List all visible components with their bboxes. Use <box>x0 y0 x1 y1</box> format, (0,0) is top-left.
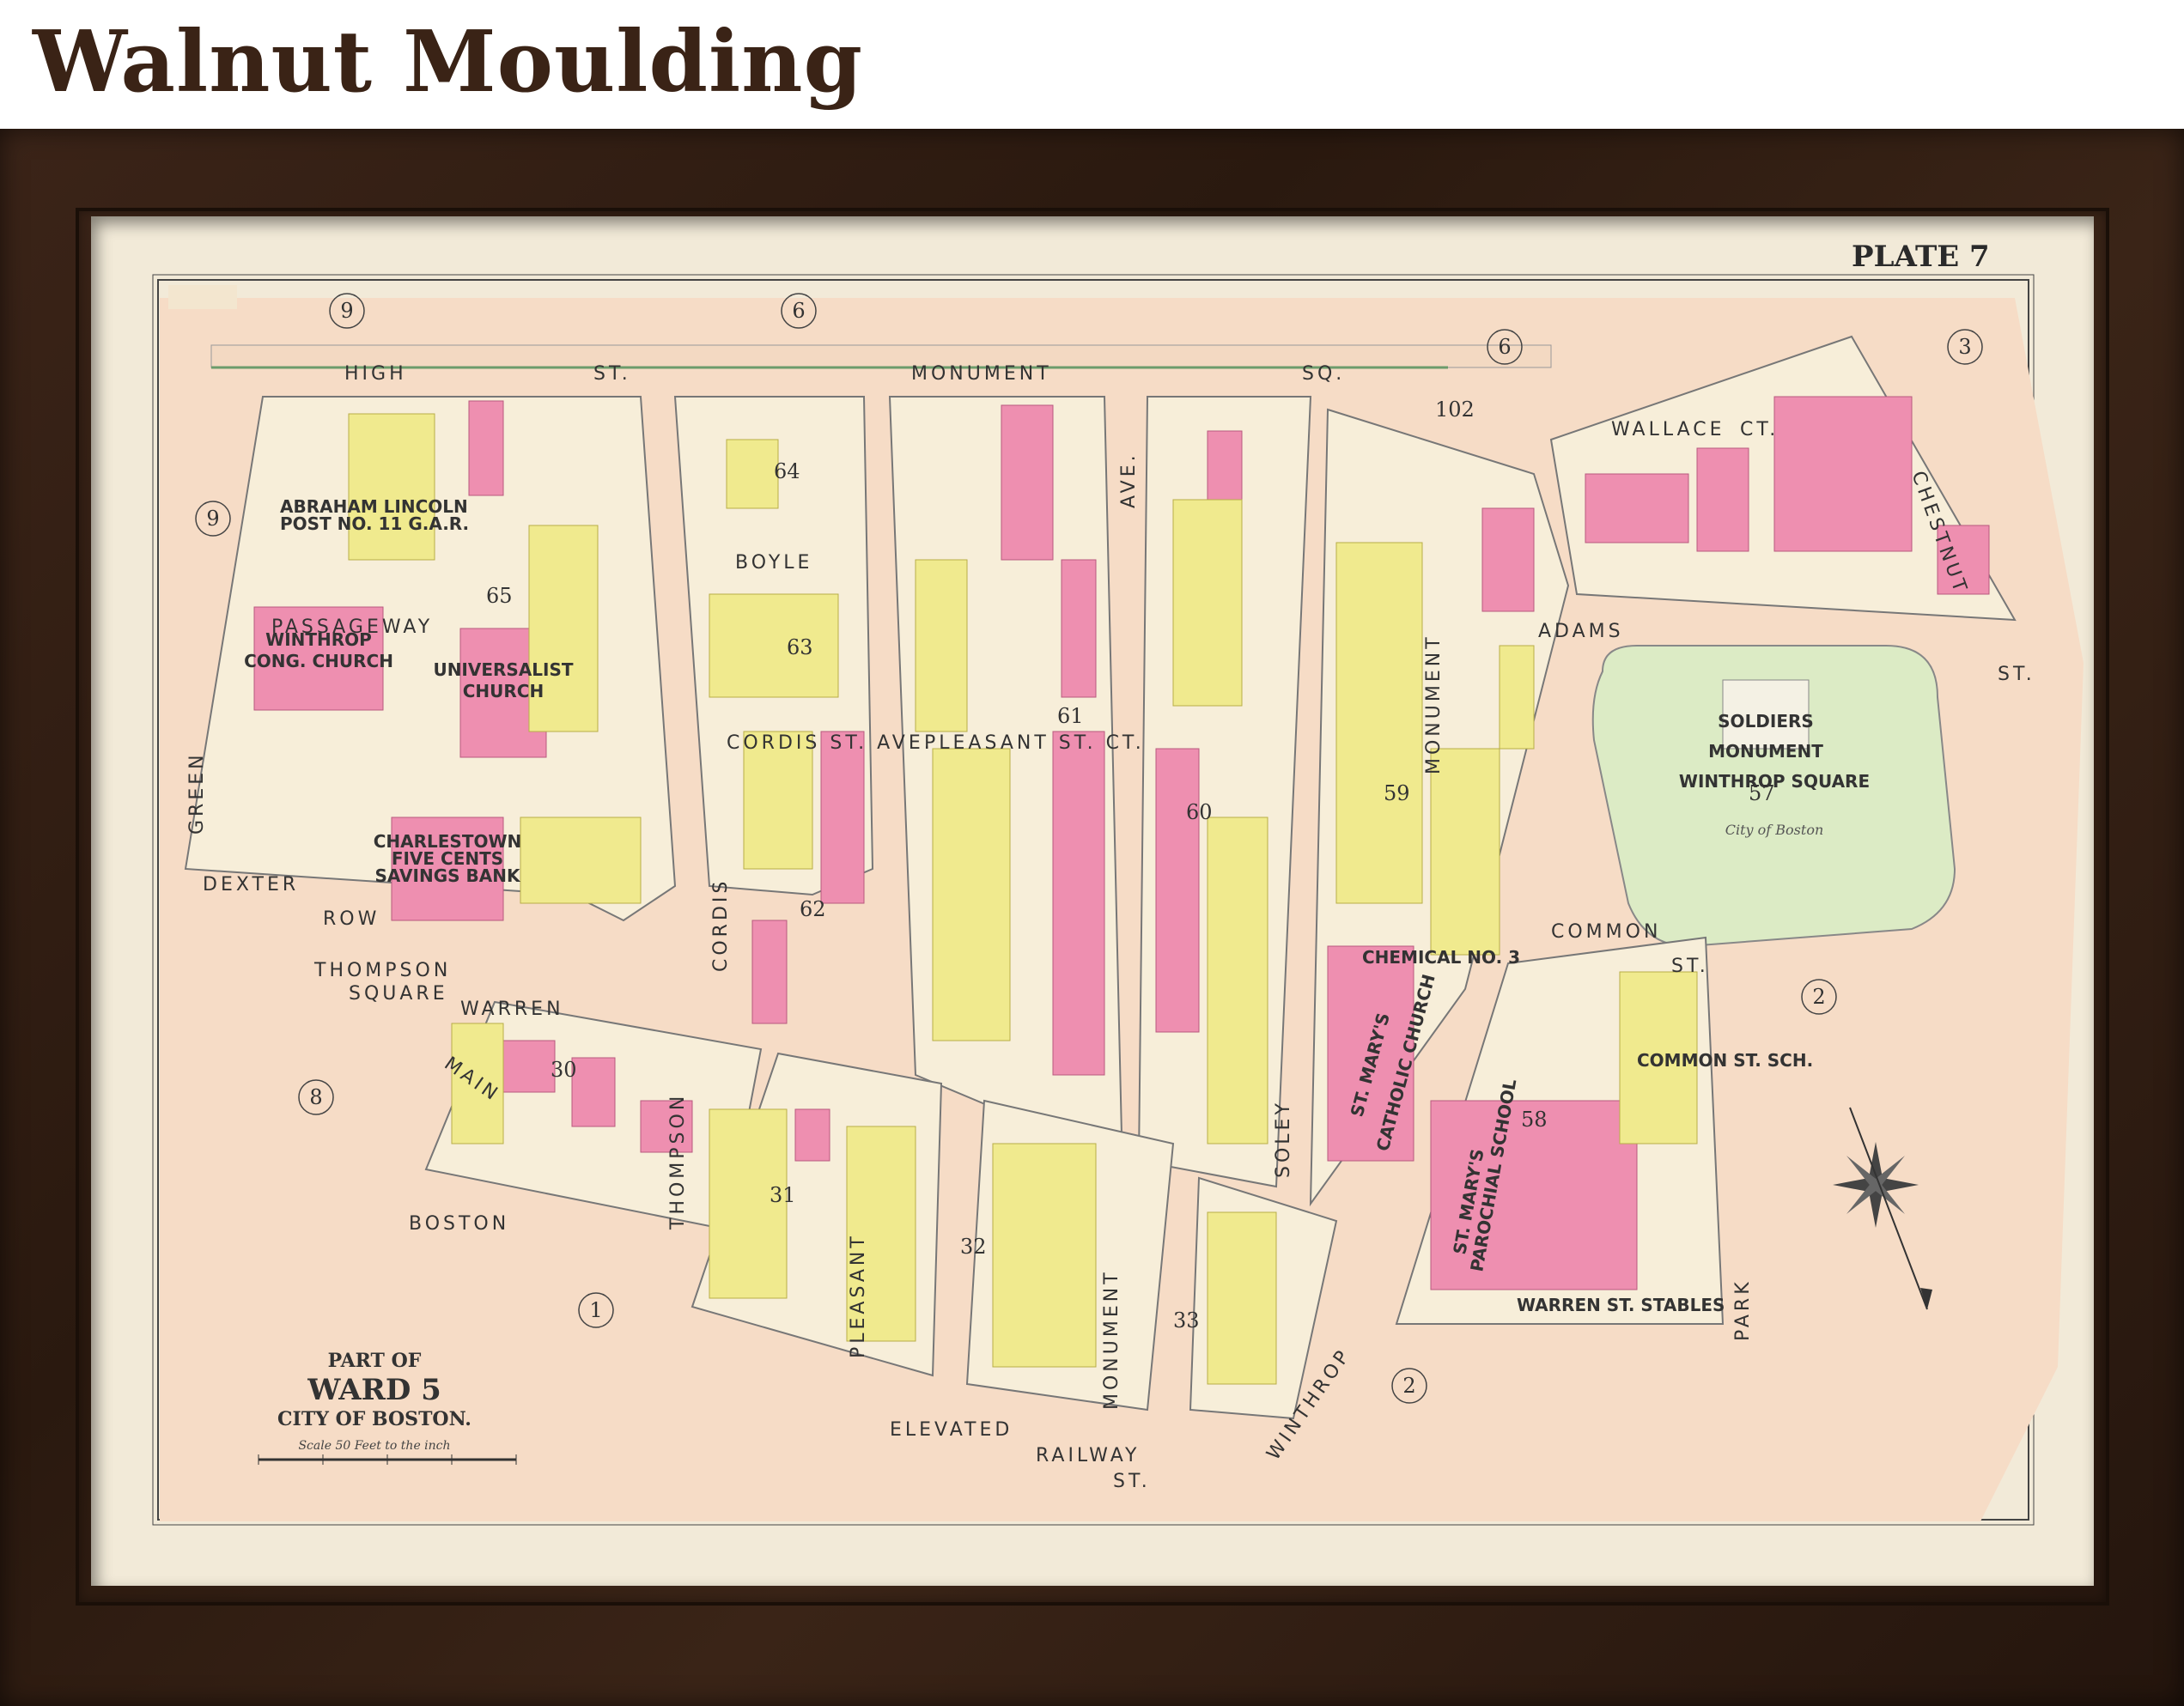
block-number-30: 30 <box>551 1058 577 1082</box>
circle-1: 1 <box>589 1298 602 1322</box>
street-thompson-st: THOMPSON <box>667 1093 689 1230</box>
circle-3: 3 <box>1958 335 1971 359</box>
street-pleasant-ct: PLEASANT ST. CT. <box>924 732 1145 754</box>
street-common: COMMON <box>1551 921 1661 943</box>
street-sq: SQ. <box>1302 363 1345 385</box>
street-adams: ADAMS <box>1538 621 1624 642</box>
street-adams-st: ST. <box>1998 664 2035 685</box>
city-of-boston-label: City of Boston <box>1725 822 1824 838</box>
cong-church-label: CONG. CHURCH <box>244 651 393 671</box>
street-high-st: ST. <box>593 363 631 385</box>
street-thompson: THOMPSON <box>313 960 451 981</box>
street-elevated: ELEVATED <box>890 1419 1013 1441</box>
caption-part-of: PART OF <box>328 1350 422 1372</box>
universalist-label: UNIVERSALIST <box>433 659 573 680</box>
post-no-label: POST NO. 11 G.A.R. <box>280 513 469 534</box>
title-bar: Walnut Moulding <box>0 0 2184 129</box>
block-number-65: 65 <box>486 584 513 608</box>
street-cordis: CORDIS <box>710 878 732 972</box>
page-title: Walnut Moulding <box>33 13 864 112</box>
block-number-62: 62 <box>800 897 826 921</box>
universalist-church-label: CHURCH <box>463 681 544 701</box>
block-number-102: 102 <box>1435 398 1475 422</box>
street-monument-sq: MONUMENT <box>911 363 1052 385</box>
street-park: PARK <box>1732 1278 1754 1341</box>
street-soley: SOLEY <box>1273 1100 1294 1178</box>
common-school-label: COMMON ST. SCH. <box>1637 1050 1813 1071</box>
street-boyle: BOYLE <box>735 552 812 574</box>
five-cents-label-3: SAVINGS BANK <box>375 865 521 886</box>
stables-label: WARREN ST. STABLES <box>1517 1295 1725 1315</box>
street-square: SQUARE <box>349 983 448 1005</box>
circle-9-top: 9 <box>340 299 353 323</box>
block-number-60: 60 <box>1186 800 1213 824</box>
street-warren: WARREN <box>460 999 564 1020</box>
circle-6-top: 6 <box>792 299 805 323</box>
block-number-32: 32 <box>960 1235 987 1259</box>
winthrop-church-label: WINTHROP <box>265 629 372 650</box>
circle-2-right: 2 <box>1812 985 1825 1009</box>
street-dexter: DEXTER <box>203 874 299 895</box>
block-number-64: 64 <box>774 459 800 483</box>
circle-6-right: 6 <box>1498 335 1511 359</box>
street-row: ROW <box>323 908 380 930</box>
block-number-59: 59 <box>1384 781 1410 805</box>
monument-label: MONUMENT <box>1708 741 1823 762</box>
street-high: HIGH <box>344 363 407 385</box>
street-main-st: ST. <box>1113 1471 1151 1492</box>
street-wallace: WALLACE <box>1611 419 1725 440</box>
block-number-31: 31 <box>770 1183 796 1207</box>
block-number-63: 63 <box>787 635 813 659</box>
caption-scale: Scale 50 Feet to the inch <box>298 1439 450 1453</box>
street-railway: RAILWAY <box>1036 1445 1141 1466</box>
street-cordis-ave: CORDIS ST. AVE. <box>727 732 934 754</box>
caption-ward: WARD 5 <box>307 1373 441 1407</box>
street-ave: AVE. <box>1118 452 1140 508</box>
block-number-61: 61 <box>1057 704 1084 728</box>
block-number-33: 33 <box>1173 1308 1200 1333</box>
street-pleasant: PLEASANT <box>848 1233 869 1358</box>
circle-2-bottom: 2 <box>1402 1374 1415 1398</box>
chemical-label: CHEMICAL NO. 3 <box>1362 947 1520 968</box>
block-number-57: 57 <box>1749 781 1775 805</box>
street-wallace-ct: CT. <box>1740 419 1779 440</box>
street-green: GREEN <box>186 751 208 835</box>
circle-9-left: 9 <box>206 507 219 531</box>
street-monument-lower: MONUMENT <box>1101 1269 1122 1410</box>
soldiers-label: SOLDIERS <box>1718 711 1814 732</box>
street-common-st: ST. <box>1671 956 1709 977</box>
street-monument: MONUMENT <box>1423 634 1445 774</box>
circle-8: 8 <box>309 1085 322 1109</box>
street-boston: BOSTON <box>409 1213 509 1235</box>
block-number-58: 58 <box>1521 1108 1548 1132</box>
plate-label: PLATE 7 <box>1852 240 1990 274</box>
caption-city: CITY OF BOSTON. <box>277 1408 471 1430</box>
plate-map: PLATE 7 SOLDIERS MONUMENT WINTHROP SQUAR… <box>152 240 2084 1526</box>
